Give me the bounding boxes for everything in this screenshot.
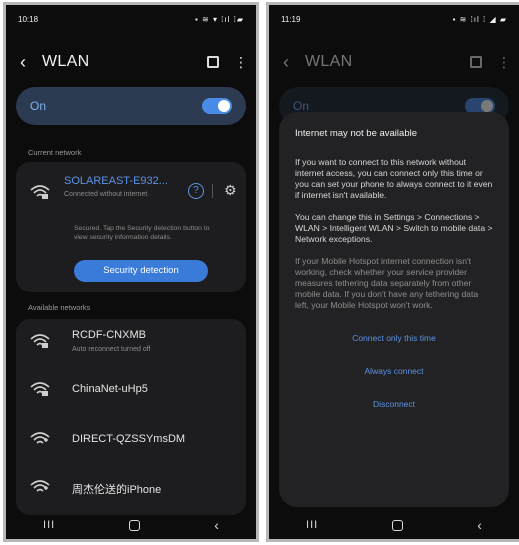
wifi-direct-icon xyxy=(30,479,50,495)
security-detection-button[interactable]: Security detection xyxy=(74,260,208,282)
dialog-paragraph-1: If you want to connect to this network w… xyxy=(295,157,493,200)
app-bar: ‹ WLAN ⋮ xyxy=(6,47,256,77)
back-icon: ‹ xyxy=(283,51,289,72)
back-nav-icon[interactable]: ‹ xyxy=(477,517,482,533)
wlan-state-label: On xyxy=(30,99,47,113)
divider xyxy=(212,184,213,198)
dialog-paragraph-2: You can change this in Settings > Connec… xyxy=(295,212,493,244)
page-title: WLAN xyxy=(305,53,353,70)
wifi-secured-icon xyxy=(30,333,50,349)
home-icon[interactable] xyxy=(392,519,404,531)
status-bar: 11:19 ▪ ≋ ⁞ıl ⁞ ◢ ▰ xyxy=(269,5,519,31)
dialog-body: If you want to connect to this network w… xyxy=(295,157,493,311)
available-networks-list: RCDF-CNXMB Auto reconnect turned off Chi… xyxy=(16,319,246,515)
dialog-title: Internet may not be available xyxy=(295,128,417,139)
qr-scan-icon xyxy=(467,53,485,71)
current-network-name[interactable]: SOLAREAST-E932... xyxy=(64,175,168,187)
more-options-icon: ⋮ xyxy=(497,54,511,70)
back-nav-icon[interactable]: ‹ xyxy=(214,517,219,533)
security-info-text: Secured. Tap the Security detection butt… xyxy=(74,225,210,241)
nav-bar: III ‹ xyxy=(269,511,519,539)
current-network-card: SOLAREAST-E932... Connected without inte… xyxy=(16,162,246,292)
status-time: 11:19 xyxy=(281,15,301,24)
home-icon[interactable] xyxy=(129,519,141,531)
recent-apps-icon[interactable]: III xyxy=(306,519,318,531)
left-phone-screen: 10:18 ▪ ≋ ▾ ⁞ıl ⁞▰ ‹ WLAN ⋮ On Current n… xyxy=(3,2,259,542)
connect-only-this-time-button[interactable]: Connect only this time xyxy=(295,322,493,355)
network-name: DIRECT-QZSSYmsDM xyxy=(72,433,186,445)
wlan-toggle-row[interactable]: On xyxy=(16,87,246,125)
wifi-direct-icon xyxy=(30,431,50,447)
status-bar: 10:18 ▪ ≋ ▾ ⁞ıl ⁞▰ xyxy=(6,5,256,31)
wlan-state-label: On xyxy=(293,99,310,113)
wifi-secured-icon xyxy=(30,184,50,200)
internet-warning-dialog: Internet may not be available If you wan… xyxy=(279,112,509,507)
status-icons: ▪ ≋ ▾ ⁞ıl ⁞▰ xyxy=(194,15,244,24)
current-network-heading: Current network xyxy=(28,148,82,157)
dialog-paragraph-3: If your Mobile Hotspot internet connecti… xyxy=(295,256,479,310)
gear-icon[interactable]: ⚙ xyxy=(224,182,237,199)
always-connect-button[interactable]: Always connect xyxy=(295,355,493,388)
current-network-status: Connected without internet xyxy=(64,191,148,198)
available-networks-heading: Available networks xyxy=(28,303,91,312)
more-options-icon[interactable]: ⋮ xyxy=(234,55,248,69)
network-name: 周杰伦送的iPhone xyxy=(72,484,162,496)
recent-apps-icon[interactable]: III xyxy=(43,519,55,531)
qr-scan-icon[interactable] xyxy=(204,53,222,71)
status-icons: ▪ ≋ ⁞ıl ⁞ ◢ ▰ xyxy=(452,15,507,24)
network-name: ChinaNet-uHp5 xyxy=(72,383,148,395)
page-title: WLAN xyxy=(42,53,90,70)
back-icon[interactable]: ‹ xyxy=(20,52,42,73)
help-icon[interactable]: ? xyxy=(188,183,204,199)
disconnect-button[interactable]: Disconnect xyxy=(295,388,493,421)
wifi-secured-icon xyxy=(30,381,50,397)
network-name: RCDF-CNXMB xyxy=(72,329,146,341)
right-phone-screen: 11:19 ▪ ≋ ⁞ıl ⁞ ◢ ▰ ‹ WLAN ⋮ On Internet… xyxy=(266,2,519,542)
nav-bar: III ‹ xyxy=(6,511,256,539)
status-time: 10:18 xyxy=(18,15,39,24)
wlan-toggle-switch[interactable] xyxy=(202,98,232,114)
app-bar: ‹ WLAN ⋮ xyxy=(269,47,519,77)
network-sub: Auto reconnect turned off xyxy=(72,346,151,353)
